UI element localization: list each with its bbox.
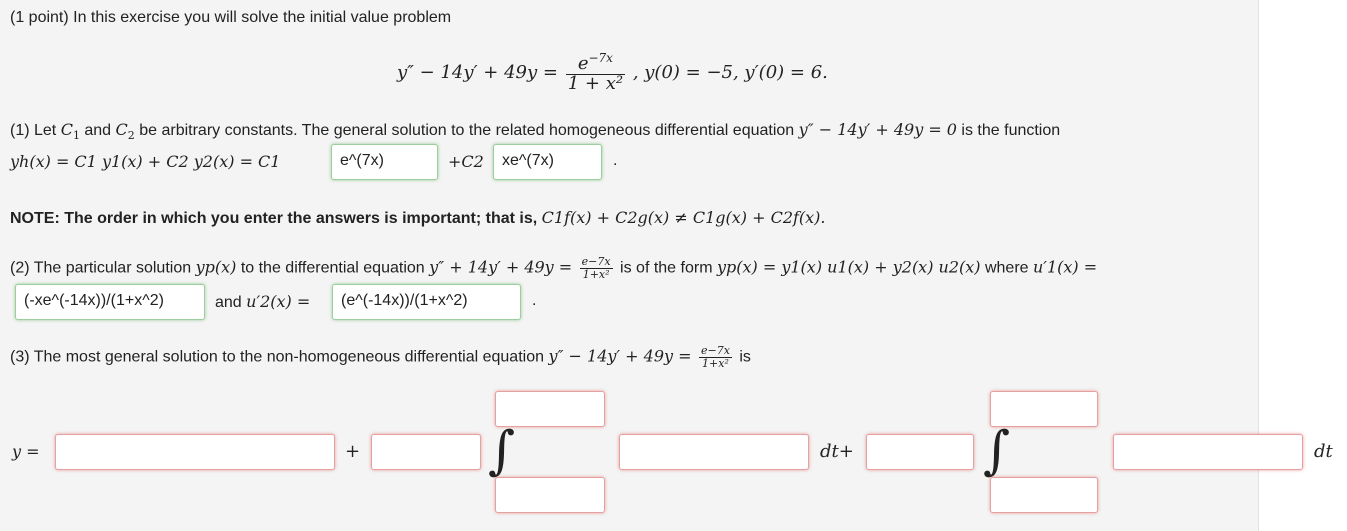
part1-c2: C [115, 120, 128, 139]
part3-frac-den: 1+x² [698, 356, 732, 370]
part2-text-d: where [980, 259, 1033, 277]
part3-text-b: is [739, 348, 751, 366]
part1-text-c: is the function [956, 122, 1061, 139]
part1-plus-c2: +C2 [448, 152, 484, 171]
order-note: NOTE: The order in which you enter the a… [10, 208, 826, 228]
integral2-lower-limit-input[interactable] [990, 477, 1098, 513]
part3-y-equals: y = [12, 442, 40, 461]
integral1-symbol: ∫ [488, 421, 516, 481]
integral2-integrand-input[interactable] [1113, 434, 1303, 470]
part2-text-a: (2) The particular solution [10, 259, 196, 277]
ivp-fraction: e−7x 1 + x² [565, 51, 626, 94]
part2-u2-label: u′2(x) = [246, 292, 311, 311]
integral1-integrand-input[interactable] [619, 434, 809, 470]
part2-period: . [532, 292, 537, 309]
part2-frac-den: 1+x² [579, 267, 613, 281]
part3-plus: + [345, 441, 361, 462]
answer-y1-input[interactable]: e^(7x) [331, 144, 438, 180]
answer-u2-input[interactable]: (e^(-14x))/(1+x^2) [332, 284, 521, 320]
integral2-symbol: ∫ [983, 421, 1011, 481]
part1-period: . [613, 152, 618, 169]
answer-u1-input[interactable]: (-xe^(-14x))/(1+x^2) [15, 284, 205, 320]
ivp-conditions: , y(0) = −5, y′(0) = 6. [632, 61, 828, 83]
part2-line1: (2) The particular solution yp(x) to the… [10, 256, 1097, 280]
part2-and-u2: and u′2(x) = [215, 292, 310, 312]
part1-and: and [79, 122, 116, 139]
part3-fraction: e−7x 1+x² [698, 344, 732, 370]
ivp-lhs: y″ − 14y′ + 49y = [397, 61, 558, 83]
part2-and: and [215, 294, 247, 311]
ivp-frac-num: e [577, 53, 589, 74]
part3-dt: dt [1314, 441, 1333, 462]
part2-text-c: is of the form [620, 259, 717, 277]
note-math: C1f(x) + C2g(x) ≠ C1g(x) + C2f(x). [541, 208, 826, 227]
part2-frac-num: e−7x [581, 255, 611, 268]
part3-eq: y″ − 14y′ + 49y = [548, 346, 692, 366]
part2-eq: y″ + 14y′ + 49y = [429, 257, 573, 277]
part1-general-solution-label: yh(x) = C1 y1(x) + C2 y2(x) = C1 [10, 152, 281, 171]
part1-line1: (1) Let C1 and C2 be arbitrary constants… [10, 120, 1060, 142]
part3-text-a: (3) The most general solution to the non… [10, 348, 549, 366]
answer-y2-input[interactable]: xe^(7x) [493, 144, 602, 180]
answer-c1-term-input[interactable] [55, 434, 335, 470]
part1-c1: C [60, 120, 73, 139]
part2-text-b: to the differential equation [236, 259, 430, 277]
answer-c3-term-input[interactable] [866, 434, 974, 470]
part3-dt-plus: dt+ [820, 441, 854, 462]
part3-line: (3) The most general solution to the non… [10, 345, 751, 369]
note-label: NOTE: [10, 210, 60, 227]
answer-c2-term-input[interactable] [371, 434, 481, 470]
ivp-frac-exp: −7x [588, 51, 613, 65]
note-text: The order in which you enter the answers… [59, 210, 542, 227]
part2-u1-label: u′1(x) = [1033, 257, 1098, 277]
part2-yp: yp(x) [195, 257, 237, 277]
ivp-frac-den: 1 + x² [565, 72, 626, 94]
problem-header: (1 point) In this exercise you will solv… [10, 9, 452, 26]
part1-text-a: (1) Let [10, 122, 61, 139]
integral1-lower-limit-input[interactable] [495, 477, 605, 513]
part3-frac-num: e−7x [700, 344, 730, 357]
part1-c1-sub: 1 [72, 129, 80, 143]
part2-fraction: e−7x 1+x² [579, 255, 613, 281]
part2-form: yp(x) = y1(x) u1(x) + y2(x) u2(x) [716, 257, 981, 277]
part1-c2-sub: 2 [127, 129, 135, 143]
part1-text-b: be arbitrary constants. The general solu… [134, 122, 799, 139]
ivp-equation: y″ − 14y′ + 49y = e−7x 1 + x² , y(0) = −… [397, 52, 828, 94]
part1-homog-eq: y″ − 14y′ + 49y = 0 [798, 120, 957, 139]
